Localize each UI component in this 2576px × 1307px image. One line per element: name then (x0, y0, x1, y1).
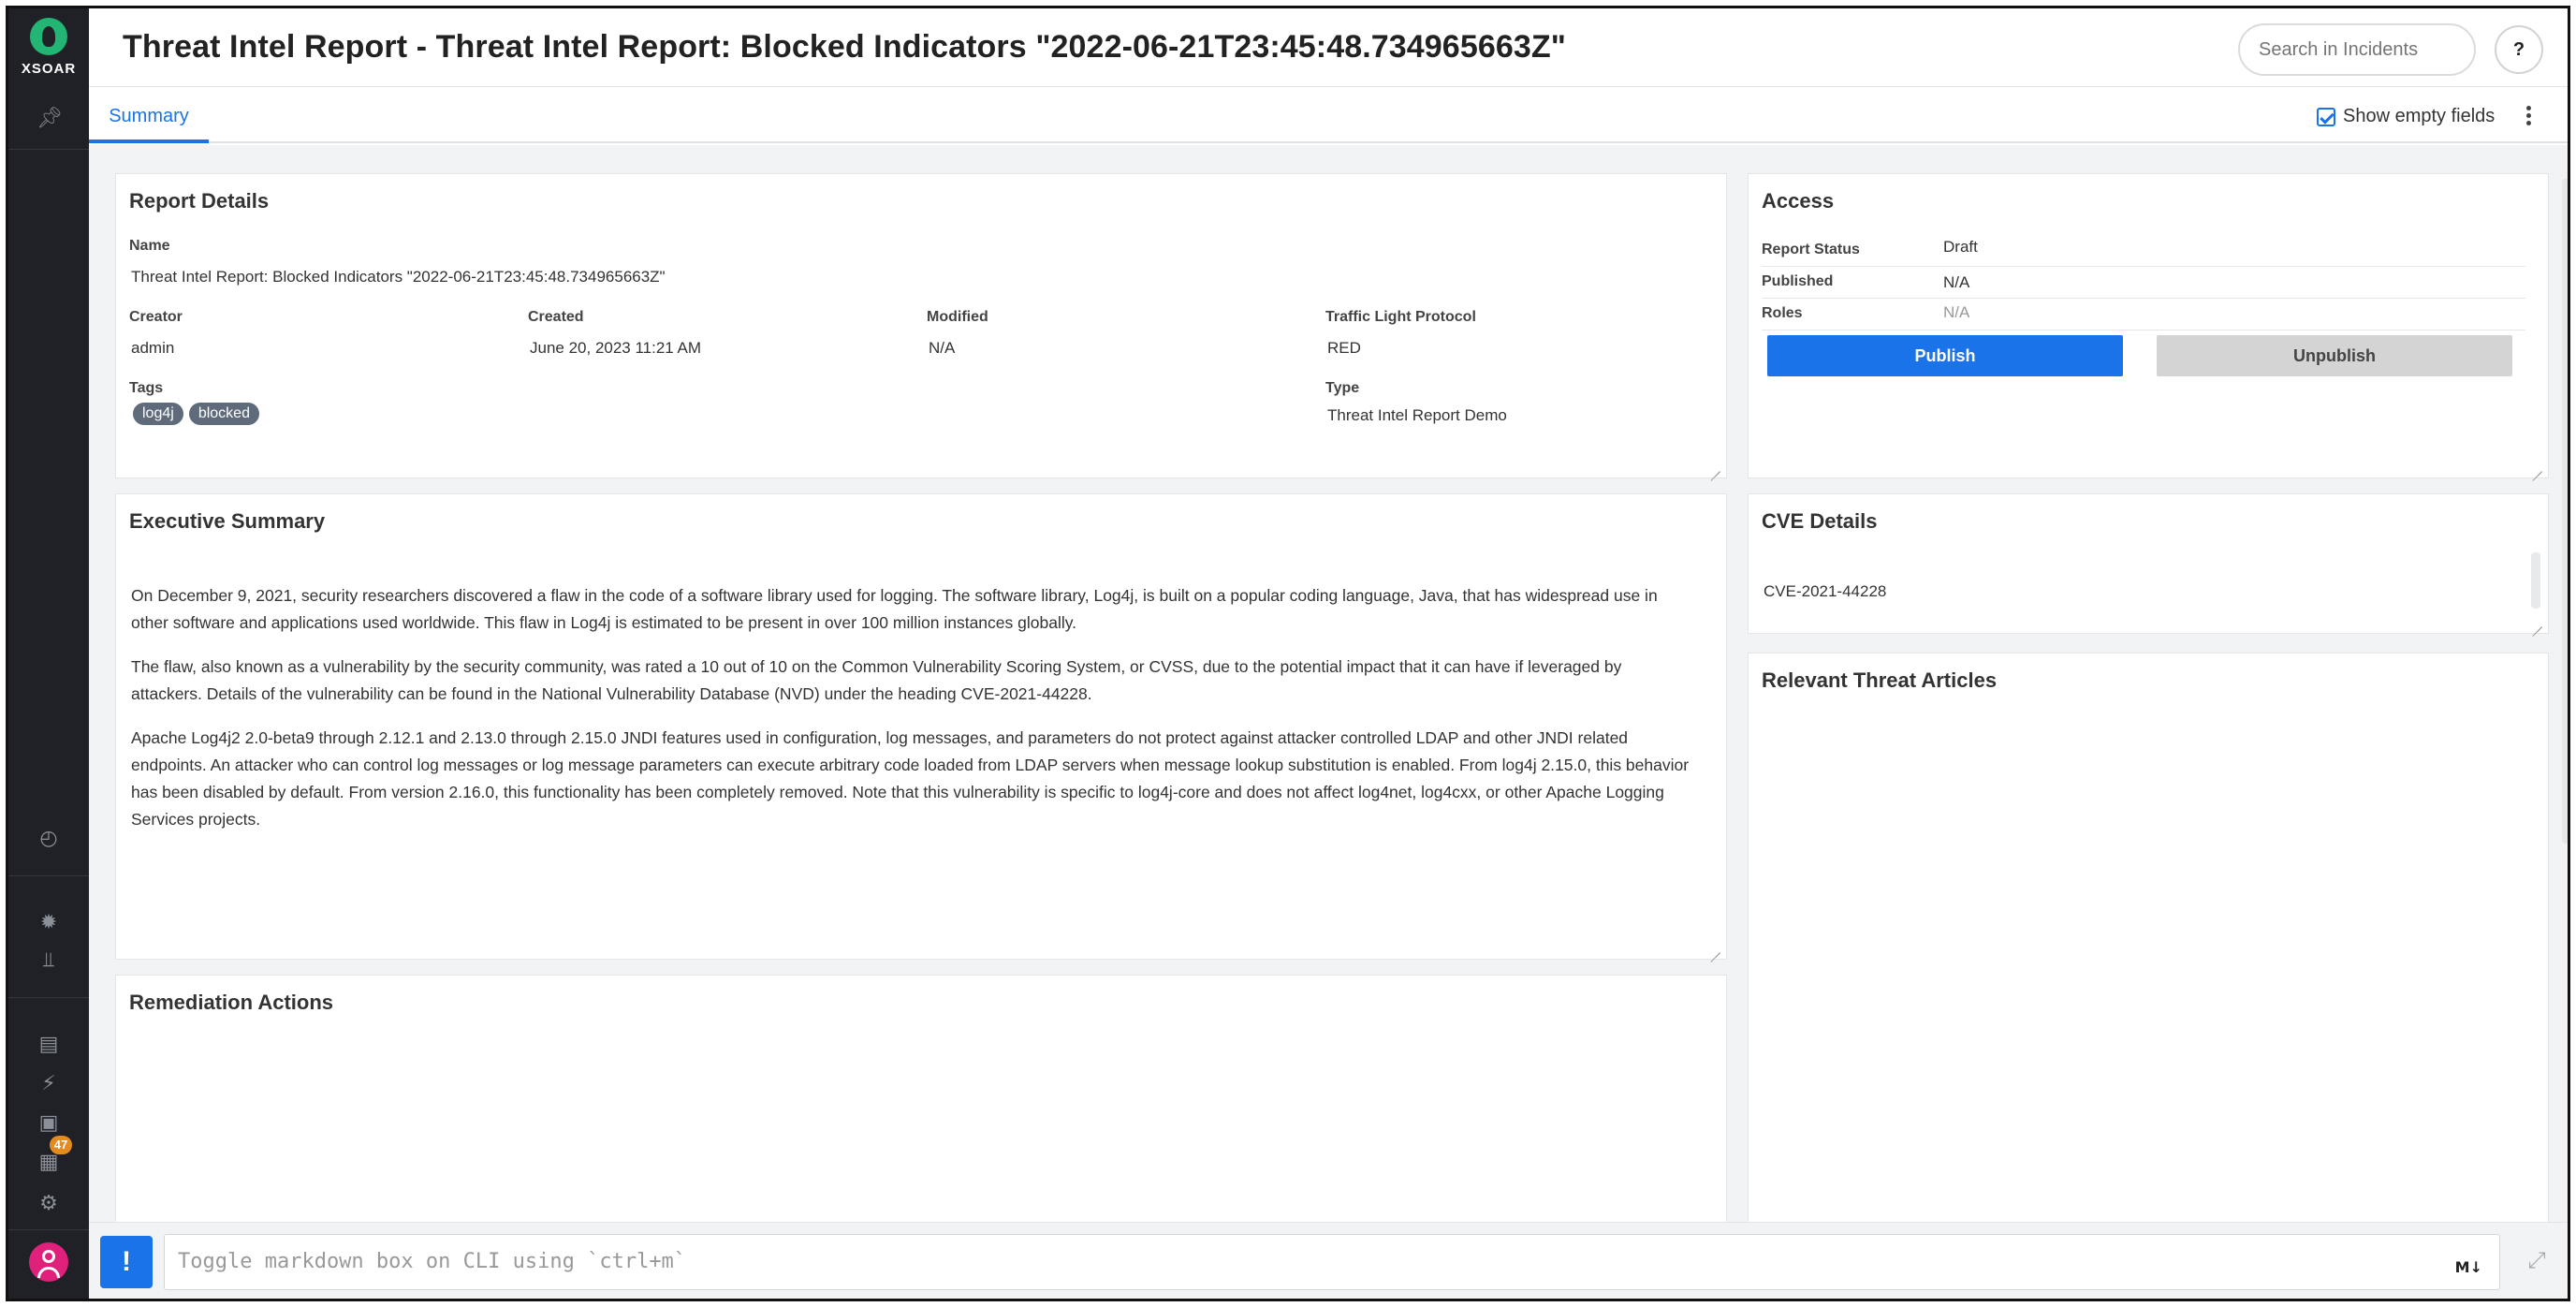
tag-chip[interactable]: blocked (188, 403, 259, 425)
app-window: XSOAR 📌︎ ◴ ✹ ⫫ ▤ ⚡︎ ▣ ▦ 47 ⚙︎ Threat Int… (6, 6, 2570, 1301)
main-content: Report Details Name Threat Intel Report:… (89, 145, 2568, 1233)
sidebar-divider (8, 997, 89, 998)
cli-bar: ! Toggle markdown box on CLI using `ctrl… (89, 1222, 2568, 1299)
remediation-card: Remediation Actions (115, 975, 1727, 1233)
expand-icon[interactable]: ⤢ (2523, 1247, 2551, 1275)
help-button[interactable]: ? (2495, 25, 2543, 74)
more-options-icon[interactable] (2519, 100, 2538, 130)
executive-summary-card: Executive Summary On December 9, 2021, s… (115, 493, 1727, 960)
tlp-value[interactable]: RED (1327, 339, 1361, 358)
summary-paragraph: On December 9, 2021, security researcher… (131, 586, 1658, 632)
report-status-label: Report Status (1762, 242, 1860, 257)
unpublish-button[interactable]: Unpublish (2157, 335, 2512, 376)
tags-list[interactable]: log4j blocked (133, 403, 265, 425)
sidebar: XSOAR 📌︎ ◴ ✹ ⫫ ▤ ⚡︎ ▣ ▦ 47 ⚙︎ (8, 8, 89, 1299)
threat-articles-card: Relevant Threat Articles (1748, 653, 2549, 1233)
resize-handle-icon[interactable] (2531, 616, 2542, 627)
resize-handle-icon[interactable] (1709, 461, 1720, 472)
filter-icon[interactable]: ⫫ (34, 945, 64, 975)
summary-paragraph: Apache Log4j2 2.0-beta9 through 2.12.1 a… (131, 728, 1690, 829)
access-title: Access (1762, 189, 1835, 213)
cli-placeholder: Toggle markdown box on CLI using `ctrl+m… (178, 1250, 687, 1273)
sidebar-divider (8, 875, 89, 876)
tags-label: Tags (129, 380, 164, 396)
markdown-icon[interactable]: M↓ (2455, 1241, 2482, 1295)
type-label: Type (1325, 380, 1360, 396)
page-scrollbar[interactable] (2562, 179, 2568, 844)
cli-input[interactable]: Toggle markdown box on CLI using `ctrl+m… (164, 1234, 2500, 1290)
row-divider (1762, 266, 2525, 267)
resize-handle-icon[interactable] (1709, 942, 1720, 953)
cve-details-card: CVE Details CVE-2021-44228 (1748, 493, 2549, 634)
row-divider (1762, 298, 2525, 299)
notification-badge: 47 (50, 1136, 72, 1154)
report-status-value: Draft (1943, 238, 1978, 256)
briefcase-icon[interactable]: ▣ (34, 1108, 64, 1138)
page-title: Threat Intel Report - Threat Intel Repor… (123, 29, 1566, 65)
cve-value[interactable]: CVE-2021-44228 (1764, 582, 1886, 601)
remediation-title: Remediation Actions (129, 991, 333, 1014)
executive-summary-title: Executive Summary (129, 509, 326, 533)
cve-details-title: CVE Details (1762, 509, 1878, 533)
logo[interactable]: XSOAR (8, 8, 89, 91)
creator-value[interactable]: admin (131, 339, 174, 358)
name-label: Name (129, 238, 170, 254)
published-value: N/A (1943, 273, 1970, 291)
cli-toggle-button[interactable]: ! (100, 1236, 153, 1288)
search-input[interactable] (2238, 23, 2476, 76)
user-icon[interactable] (29, 1242, 68, 1282)
book-icon[interactable]: ▤ (34, 1029, 64, 1059)
xsoar-logo-icon (30, 18, 67, 55)
publish-button[interactable]: Publish (1767, 335, 2123, 376)
show-empty-fields-checkbox[interactable] (2317, 107, 2335, 126)
created-label: Created (528, 309, 584, 325)
roles-label: Roles (1762, 305, 1803, 321)
threat-articles-title: Relevant Threat Articles (1762, 668, 1998, 692)
summary-paragraph: The flaw, also known as a vulnerability … (131, 657, 1622, 703)
sidebar-divider (8, 149, 89, 150)
show-empty-fields-label: Show empty fields (2343, 106, 2496, 126)
bolt-icon[interactable]: ⚡︎ (34, 1068, 64, 1098)
published-label: Published (1762, 273, 1834, 289)
logo-text: XSOAR (21, 61, 77, 77)
tab-summary[interactable]: Summary (89, 87, 209, 143)
sidebar-divider (8, 1229, 89, 1230)
report-details-card: Report Details Name Threat Intel Report:… (115, 173, 1727, 478)
pin-icon[interactable]: 📌︎ (37, 106, 63, 130)
creator-label: Creator (129, 309, 183, 325)
show-empty-fields-toggle[interactable]: Show empty fields (2317, 106, 2495, 127)
cve-scrollbar[interactable] (2531, 552, 2540, 609)
modified-label: Modified (927, 309, 988, 325)
access-card: Access Report Status Draft Published N/A… (1748, 173, 2549, 478)
tag-chip[interactable]: log4j (133, 403, 183, 425)
report-details-title: Report Details (129, 189, 270, 213)
header: Threat Intel Report - Threat Intel Repor… (89, 8, 2568, 87)
roles-value[interactable]: N/A (1943, 303, 1969, 322)
modified-value: N/A (929, 339, 956, 357)
tab-bar: Summary Show empty fields (89, 87, 2568, 143)
resize-handle-icon[interactable] (2531, 461, 2542, 472)
bug-icon[interactable]: ✹ (34, 907, 64, 937)
name-value[interactable]: Threat Intel Report: Blocked Indicators … (131, 268, 666, 286)
dashboard-icon[interactable]: ◴ (34, 823, 64, 853)
type-value[interactable]: Threat Intel Report Demo (1327, 406, 1507, 425)
gear-icon[interactable]: ⚙︎ (34, 1188, 64, 1218)
created-value: June 20, 2023 11:21 AM (530, 339, 702, 357)
tlp-label: Traffic Light Protocol (1325, 309, 1476, 325)
